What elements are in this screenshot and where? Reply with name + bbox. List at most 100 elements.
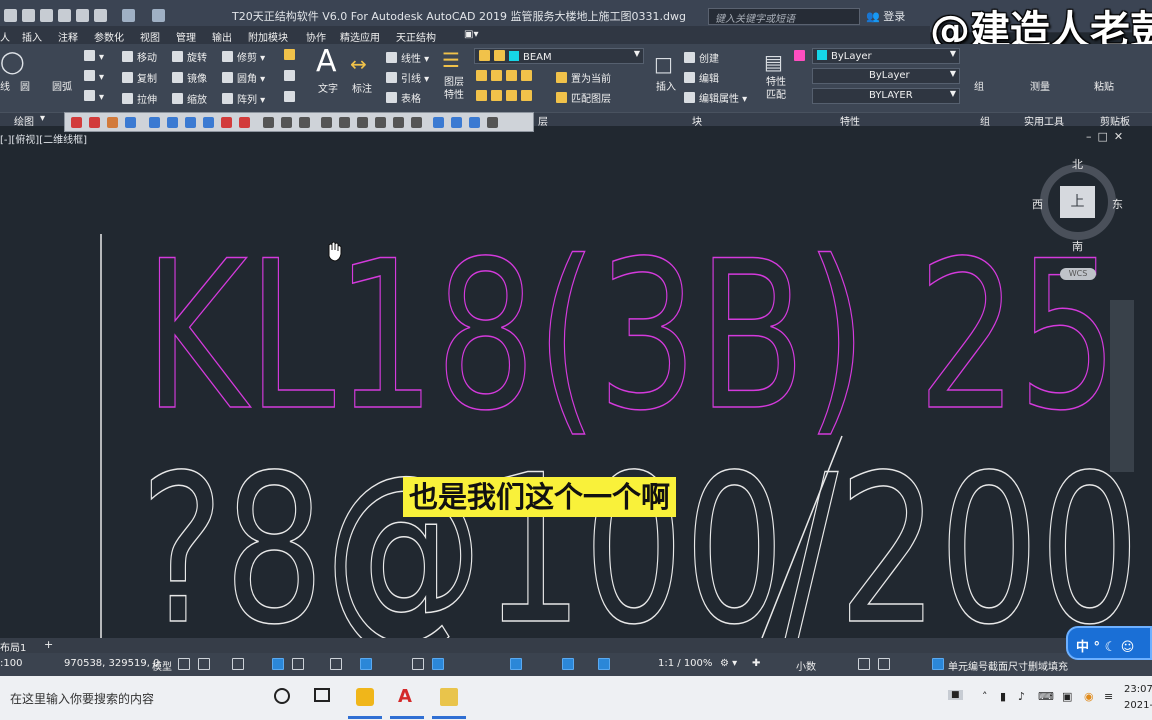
tool-icon-14[interactable] — [321, 117, 332, 128]
edit-attributes-button[interactable]: 编辑属性 ▾ — [684, 90, 747, 105]
line-button[interactable]: 线 — [0, 78, 10, 93]
menu-item-parametric[interactable]: 参数化 — [94, 29, 124, 44]
menu-item-addins[interactable]: 附加模块 — [248, 29, 288, 44]
selection-filter-icon[interactable] — [562, 658, 574, 670]
tray-app-icon[interactable]: ■ — [948, 690, 963, 700]
tool-icon-3[interactable] — [107, 117, 118, 128]
tool-icon-23[interactable] — [487, 117, 498, 128]
text-button[interactable]: 文字 — [318, 80, 338, 95]
dynamic-ucs-icon[interactable] — [510, 658, 522, 670]
insert-block-button[interactable]: 插入 — [656, 78, 676, 93]
save-icon[interactable] — [58, 9, 71, 22]
menu-item-manage[interactable]: 管理 — [176, 29, 196, 44]
trim-button[interactable]: 修剪 ▾ — [222, 49, 265, 64]
tool-icon-11[interactable] — [263, 117, 274, 128]
insert-block-icon[interactable]: □ — [654, 52, 673, 76]
menu-item-view[interactable]: 视图 — [140, 29, 160, 44]
tool-icon-4[interactable] — [125, 117, 136, 128]
redo-icon[interactable] — [152, 9, 165, 22]
transparency-icon[interactable] — [432, 658, 444, 670]
navigation-bar[interactable] — [1110, 300, 1134, 472]
viewcube[interactable]: 上 北 南 西 东 WCS — [1032, 158, 1123, 284]
tool-icon-9[interactable] — [221, 117, 232, 128]
group-button[interactable]: 组 — [974, 78, 984, 93]
array-button[interactable]: 阵列 ▾ — [222, 91, 265, 106]
compass-west[interactable]: 西 — [1032, 196, 1043, 212]
lineweight-dropdown[interactable]: BYLAYER ▼ — [812, 88, 960, 104]
move-button[interactable]: 移动 — [122, 49, 157, 64]
taskbar-search[interactable]: 在这里输入你要搜索的内容 — [10, 690, 154, 707]
scale-button[interactable]: 缩放 — [172, 91, 207, 106]
tray-chevron-icon[interactable]: ˄ — [982, 690, 988, 703]
paste-button[interactable]: 粘贴 — [1094, 78, 1114, 93]
open-file-icon[interactable] — [40, 9, 53, 22]
set-current-layer-button[interactable]: 置为当前 — [556, 70, 611, 85]
tool-icon-2[interactable] — [89, 117, 100, 128]
dimension-icon[interactable]: ↔ — [350, 52, 367, 76]
grid-icon[interactable] — [178, 658, 190, 670]
rotate-button[interactable]: 旋转 — [172, 49, 207, 64]
ellipse-button[interactable]: ▾ — [84, 70, 104, 83]
ribbon-toggle-icon[interactable]: ▣▾ — [464, 29, 478, 40]
tool-icon-22[interactable] — [469, 117, 480, 128]
menu-item-featured-apps[interactable]: 精选应用 — [340, 29, 380, 44]
clean-screen-icon[interactable] — [878, 658, 890, 670]
rectangle-button[interactable]: ▾ — [84, 50, 104, 63]
drawing-scale[interactable]: :100 — [0, 658, 22, 669]
viewcube-top-face[interactable]: 上 — [1060, 186, 1095, 218]
tool-icon-21[interactable] — [451, 117, 462, 128]
clock-date[interactable]: 2021-02- — [1124, 700, 1152, 711]
menu-item-tianzheng[interactable]: 天正结构 — [396, 29, 436, 44]
compass-south[interactable]: 南 — [1072, 238, 1083, 254]
wcs-menu[interactable]: WCS — [1060, 268, 1096, 280]
menu-item-insert[interactable]: 插入 — [22, 29, 42, 44]
explode-button[interactable] — [284, 70, 299, 83]
dimension-button[interactable]: 标注 — [352, 80, 372, 95]
circle-button[interactable]: 圆 — [20, 78, 30, 93]
hatch-button[interactable]: ▾ — [84, 90, 104, 103]
cortana-icon[interactable] — [274, 688, 290, 704]
layer-properties-button[interactable]: 图层 特性 — [444, 76, 464, 102]
compass-north[interactable]: 北 — [1072, 156, 1083, 172]
search-input[interactable]: 键入关键字或短语 — [708, 8, 860, 25]
print-icon[interactable] — [94, 9, 107, 22]
erase-button[interactable] — [284, 49, 299, 62]
tool-icon-7[interactable] — [185, 117, 196, 128]
tool-icon-10[interactable] — [239, 117, 250, 128]
menu-item-output[interactable]: 输出 — [212, 29, 232, 44]
isodraft-icon[interactable] — [330, 658, 342, 670]
workspace-gear-icon[interactable]: ⚙ ▾ — [720, 658, 737, 669]
measure-button[interactable]: 测量 — [1030, 78, 1050, 93]
app-menu-icon[interactable] — [4, 9, 17, 22]
menu-item-home[interactable]: 人 — [0, 29, 10, 44]
new-file-icon[interactable] — [22, 9, 35, 22]
tab-layout1[interactable]: 布局1 — [0, 639, 26, 654]
linear-button[interactable]: 线性 ▾ — [386, 50, 429, 65]
text-icon[interactable]: A — [316, 44, 337, 79]
panel-draw-chevron-icon[interactable]: ▾ — [40, 113, 45, 124]
keyboard-icon[interactable]: ⌨ — [1038, 690, 1054, 703]
tool-icon-18[interactable] — [393, 117, 404, 128]
ime-language[interactable]: 中 ° ☾ ☺ — [1076, 636, 1134, 655]
plus-icon[interactable]: ✚ — [752, 658, 760, 669]
tool-icon-8[interactable] — [203, 117, 214, 128]
mirror-button[interactable]: 镜像 — [172, 70, 207, 85]
quick-properties-icon[interactable] — [858, 658, 870, 670]
ortho-icon[interactable] — [272, 658, 284, 670]
login-button[interactable]: 👥 登录 — [866, 8, 905, 24]
annotation-visibility-icon[interactable] — [598, 658, 610, 670]
tool-icon-5[interactable] — [149, 117, 160, 128]
clock-time[interactable]: 23:07 — [1124, 684, 1152, 695]
edit-block-button[interactable]: 编辑 — [684, 70, 719, 85]
compass-east[interactable]: 东 — [1112, 196, 1123, 212]
input-method-icon[interactable]: ≡ — [1104, 690, 1113, 703]
arc-button[interactable]: 圆弧 — [52, 78, 72, 93]
leader-button[interactable]: 引线 ▾ — [386, 70, 429, 85]
tool-icon-20[interactable] — [433, 117, 444, 128]
undo-icon[interactable] — [122, 9, 135, 22]
volume-icon[interactable]: ▮ — [1000, 690, 1006, 703]
object-snap-tracking-icon[interactable] — [360, 658, 372, 670]
file-explorer-icon[interactable] — [440, 688, 458, 706]
color-dropdown[interactable]: ByLayer ▼ — [812, 48, 960, 64]
tool-icon-12[interactable] — [281, 117, 292, 128]
